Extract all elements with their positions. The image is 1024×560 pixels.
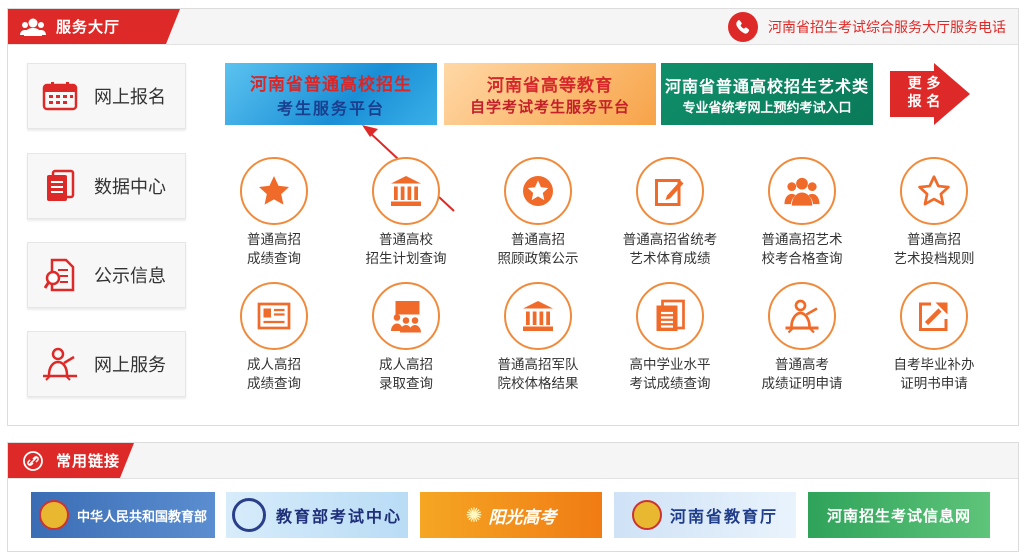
link-henan-exam-info-net[interactable]: 河南招生考试信息网 <box>808 492 990 538</box>
common-links-panel: 常用链接 中华人民共和国教育部 教育部考试中心 ✺ 阳光高考 河南省教育厅 河南… <box>7 442 1019 552</box>
document-search-icon <box>40 258 80 292</box>
grid-label-line1: 普通高招军队 <box>497 357 579 373</box>
link-label: 阳光高考 <box>488 507 557 528</box>
edit-icon <box>636 157 704 225</box>
banner-title: 河南省高等教育 <box>487 76 613 96</box>
more-label-line2: 报 名 <box>907 94 941 110</box>
grid-label-line2: 录取查询 <box>379 376 433 392</box>
more-label-line1: 更 多 <box>907 76 941 92</box>
grid-label-line1: 高中学业水平 <box>629 357 711 373</box>
link-sunshine-gaokao[interactable]: ✺ 阳光高考 <box>420 492 602 538</box>
grid-label-line2: 校考合格查询 <box>761 251 843 267</box>
grid-label-line2: 艺术投档规则 <box>893 251 975 267</box>
grid-label-line2: 成绩查询 <box>247 251 301 267</box>
users-icon <box>20 17 46 37</box>
grid-label-line2: 招生计划查询 <box>365 251 447 267</box>
service-hall-title: 服务大厅 <box>56 18 121 36</box>
grid-label-line1: 普通高招艺术 <box>761 232 843 248</box>
link-label: 中华人民共和国教育部 <box>76 509 207 525</box>
sidebar-item-online-service[interactable]: 网上服务 <box>27 331 186 397</box>
banner-art-exam-booking[interactable]: 河南省普通高校招生艺术类 专业省统考网上预约考试入口 <box>661 63 873 125</box>
sidebar-item-label: 网上服务 <box>94 355 166 376</box>
grid-item-academic-level-score[interactable]: 高中学业水平 考试成绩查询 <box>605 282 735 400</box>
grid-label-line1: 普通高招 <box>511 232 565 248</box>
star-filled-icon <box>240 157 308 225</box>
grid-label-line2: 成绩查询 <box>247 376 301 392</box>
grid-item-adult-admission-query[interactable]: 成人高招 录取查询 <box>341 282 471 400</box>
document-list-icon <box>636 282 704 350</box>
service-hotline[interactable]: 河南省招生考试综合服务大厅服务电话 <box>728 12 1006 42</box>
arrow-out-icon <box>900 282 968 350</box>
banner-title: 河南省普通高校招生 <box>250 74 412 95</box>
grid-label-line1: 成人高招 <box>247 357 301 373</box>
national-emblem-icon <box>631 500 662 530</box>
grid-item-art-sports-score[interactable]: 普通高招省统考 艺术体育成绩 <box>605 157 735 275</box>
banner-title: 河南省普通高校招生艺术类 <box>664 76 869 96</box>
phone-icon <box>728 12 758 42</box>
grid-label-line1: 普通高校 <box>379 232 433 248</box>
national-emblem-icon <box>38 500 69 530</box>
link-label: 河南招生考试信息网 <box>826 506 971 525</box>
link-ministry-of-education[interactable]: 中华人民共和国教育部 <box>31 492 215 538</box>
building-icon <box>504 282 572 350</box>
sidebar-item-data-center[interactable]: 数据中心 <box>27 153 186 219</box>
person-at-desk-icon <box>40 347 80 381</box>
link-icon <box>20 450 46 471</box>
grid-label-line1: 普通高招 <box>907 232 961 248</box>
grid-label-line2: 考试成绩查询 <box>629 376 711 392</box>
star-badge-icon <box>504 157 572 225</box>
banner-subtitle: 专业省统考网上预约考试入口 <box>682 100 852 116</box>
hotline-label: 河南省招生考试综合服务大厅服务电话 <box>768 20 1006 36</box>
grid-label-line1: 普通高考 <box>775 357 829 373</box>
sidebar-item-public-info[interactable]: 公示信息 <box>27 242 186 308</box>
banner-admission-platform[interactable]: 河南省普通高校招生 考生服务平台 <box>225 63 437 125</box>
building-icon <box>372 157 440 225</box>
calendar-icon <box>40 79 80 113</box>
sun-icon: ✺ <box>465 503 483 527</box>
sidebar-item-label: 网上报名 <box>94 87 166 108</box>
star-outline-icon <box>900 157 968 225</box>
banner-self-study-platform[interactable]: 河南省高等教育 自学考试考生服务平台 <box>444 63 656 125</box>
grid-label-line2: 艺术体育成绩 <box>629 251 711 267</box>
grid-item-adult-score-query[interactable]: 成人高招 成绩查询 <box>209 282 339 400</box>
group-icon <box>768 157 836 225</box>
neea-logo-icon <box>231 498 266 532</box>
grid-label-line1: 普通高招 <box>247 232 301 248</box>
grid-item-gaokao-score-query[interactable]: 普通高招 成绩查询 <box>209 157 339 275</box>
more-registration-button[interactable]: 更 多 报 名 <box>888 63 972 125</box>
service-hall-tab: 服务大厅 <box>8 9 180 44</box>
grid-item-art-filing-rules[interactable]: 普通高招艺术投档规则 <box>869 157 999 275</box>
grid-label-line1: 普通高招省统考 <box>622 232 718 248</box>
banner-subtitle: 自学考试考生服务平台 <box>469 98 630 116</box>
grid-label-line2: 成绩证明申请 <box>761 376 843 392</box>
grid-item-admission-plan-query[interactable]: 普通高校招生计划查询 <box>341 157 471 275</box>
link-exam-center[interactable]: 教育部考试中心 <box>226 492 408 538</box>
sidebar-item-label: 公示信息 <box>94 266 166 287</box>
grid-item-policy-notice[interactable]: 普通高招照顾政策公示 <box>473 157 603 275</box>
service-hall-header: 服务大厅 河南省招生考试综合服务大厅服务电话 <box>8 9 1018 45</box>
grid-label-line2: 证明书申请 <box>900 376 968 392</box>
grid-item-diploma-reissue[interactable]: 自考毕业补办 证明书申请 <box>869 282 999 400</box>
common-links-header: 常用链接 <box>8 443 1018 479</box>
link-label: 教育部考试中心 <box>275 507 402 526</box>
certificate-icon <box>240 282 308 350</box>
link-henan-education-dept[interactable]: 河南省教育厅 <box>614 492 796 538</box>
common-links-tab: 常用链接 <box>8 443 134 478</box>
grid-label-line2: 院校体格结果 <box>497 376 579 392</box>
link-label: 河南省教育厅 <box>669 507 778 526</box>
grid-item-score-certificate[interactable]: 普通高考成绩证明申请 <box>737 282 867 400</box>
common-links-title: 常用链接 <box>56 452 121 470</box>
sidebar-item-online-registration[interactable]: 网上报名 <box>27 63 186 129</box>
teacher-icon <box>768 282 836 350</box>
sidebar-item-label: 数据中心 <box>94 177 166 198</box>
grid-item-art-school-exam[interactable]: 普通高招艺术 校考合格查询 <box>737 157 867 275</box>
banner-subtitle: 考生服务平台 <box>276 98 385 118</box>
grid-label-line1: 成人高招 <box>379 357 433 373</box>
presentation-icon <box>372 282 440 350</box>
service-hall-panel: 服务大厅 河南省招生考试综合服务大厅服务电话 网上报名 数据中心 公示信息 网上… <box>7 8 1019 426</box>
grid-label-line2: 照顾政策公示 <box>497 251 579 267</box>
grid-item-military-physical-result[interactable]: 普通高招军队 院校体格结果 <box>473 282 603 400</box>
grid-label-line1: 自考毕业补办 <box>893 357 975 373</box>
document-stack-icon <box>40 169 80 203</box>
